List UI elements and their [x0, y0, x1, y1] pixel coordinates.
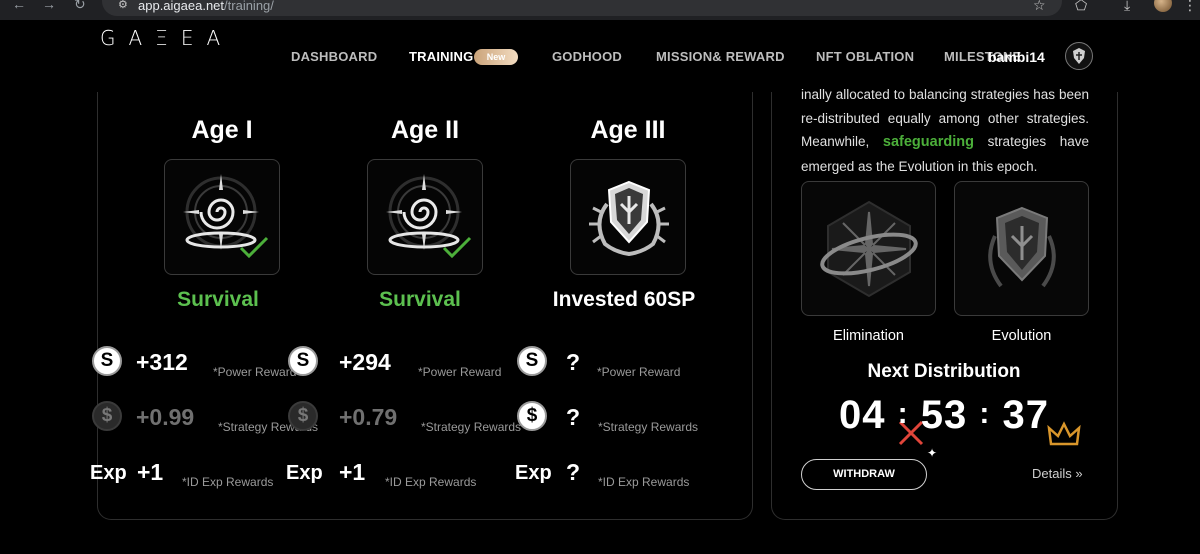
age-title: Age II	[390, 116, 460, 144]
url-path: /training/	[224, 0, 274, 13]
strategy-coin-icon: $	[92, 401, 122, 431]
withdraw-button[interactable]: WITHDRAW	[801, 459, 927, 490]
new-badge: New	[474, 49, 518, 65]
shield-avatar-icon	[1073, 48, 1085, 64]
user-avatar[interactable]	[1065, 42, 1093, 70]
reload-icon[interactable]: ↻	[74, 0, 86, 13]
countdown-separator: :	[897, 397, 909, 430]
power-reward-value: +312	[136, 349, 188, 375]
age-strategy-card[interactable]	[570, 159, 686, 275]
age-title: Age I	[191, 116, 253, 144]
countdown-minutes: 53	[920, 393, 968, 437]
exp-reward-label: *ID Exp Rewards	[182, 475, 274, 489]
power-reward-label: *Power Reward	[213, 365, 297, 379]
age-strategy-card[interactable]	[164, 159, 280, 275]
power-reward-label: *Power Reward	[418, 365, 502, 379]
power-reward-value: ?	[566, 349, 581, 375]
strategy-label: Evolution	[991, 328, 1052, 344]
distribution-countdown: 04 : 53 : 37	[800, 393, 1088, 438]
age-title: Age III	[590, 116, 666, 144]
strategy-coin-icon: $	[517, 401, 547, 431]
back-arrow-icon[interactable]: ←	[12, 0, 26, 12]
strategy-reward-label: *Strategy Rewards	[598, 420, 699, 434]
strategy-reward-label: *Strategy Rewards	[421, 420, 522, 434]
strategy-coin-icon: $	[288, 401, 318, 431]
strategy-reward-value: +0.99	[136, 404, 195, 430]
download-icon[interactable]: ⤓	[1124, 0, 1130, 14]
countdown-separator: :	[979, 397, 991, 430]
exp-prefix: Exp	[515, 462, 552, 484]
nav-godhood[interactable]: GODHOOD	[552, 49, 622, 64]
exp-reward-value: +1	[339, 459, 366, 485]
exp-prefix: Exp	[90, 462, 127, 484]
checkmark-icon	[239, 236, 269, 259]
nav-mission-reward[interactable]: MISSION& REWARD	[656, 49, 785, 64]
age-status: Survival	[379, 288, 461, 311]
address-url: app.aigaea.net/training/	[138, 0, 274, 13]
gaea-logo[interactable]: GAΞEA	[100, 26, 233, 50]
browser-toolbar: ← → ↻ ⚙ app.aigaea.net/training/ ☆ ⬠ ⤓ ⋮	[0, 0, 1200, 20]
power-coin-icon: S	[288, 346, 318, 376]
power-reward-value: +294	[339, 349, 391, 375]
elimination-star-icon	[820, 200, 918, 298]
exp-reward-label: *ID Exp Rewards	[385, 475, 477, 489]
details-link[interactable]: Details »	[1032, 466, 1083, 481]
sparkle-icon: ✦	[927, 446, 938, 460]
site-info-icon[interactable]: ⚙	[118, 0, 128, 11]
strategy-reward-value: ?	[566, 404, 581, 430]
age-status: Survival	[177, 288, 259, 311]
username[interactable]: bambi14	[988, 49, 1045, 65]
shield-crest-icon	[589, 180, 669, 257]
strategy-label: Elimination	[833, 328, 904, 344]
strategy-reward-value: +0.79	[339, 404, 398, 430]
bookmark-star-icon[interactable]: ☆	[1033, 0, 1046, 14]
nav-dashboard[interactable]: DASHBOARD	[291, 49, 377, 64]
exp-reward-value: ?	[566, 459, 581, 485]
exp-reward-label: *ID Exp Rewards	[598, 475, 690, 489]
checkmark-icon	[442, 236, 472, 259]
nav-nft-oblation[interactable]: NFT OBLATION	[816, 49, 914, 64]
forward-arrow-icon[interactable]: →	[42, 0, 56, 12]
next-distribution-title: Next Distribution	[867, 361, 1021, 382]
exp-prefix: Exp	[286, 462, 323, 484]
age-strategy-card[interactable]	[367, 159, 483, 275]
epoch-highlight: safeguarding	[882, 134, 974, 150]
epoch-description: inally allocated to balancing strategies…	[801, 83, 1089, 178]
countdown-seconds: 37	[1002, 393, 1049, 437]
browser-menu-icon[interactable]: ⋮	[1183, 0, 1197, 14]
evolution-shield-icon	[988, 206, 1056, 288]
countdown-hours: 04	[839, 393, 886, 437]
exp-reward-value: +1	[137, 459, 164, 485]
power-coin-icon: S	[517, 346, 547, 376]
url-host: app.aigaea.net	[138, 0, 225, 13]
power-reward-label: *Power Reward	[597, 365, 681, 379]
extensions-icon[interactable]: ⬠	[1075, 0, 1087, 14]
browser-profile-avatar[interactable]	[1154, 0, 1172, 12]
evolution-card[interactable]	[954, 181, 1089, 446]
age-status: Invested 60SP	[552, 288, 696, 311]
nav-training[interactable]: TRAINING	[409, 49, 473, 64]
power-coin-icon: S	[92, 346, 122, 376]
elimination-card[interactable]	[801, 181, 936, 446]
